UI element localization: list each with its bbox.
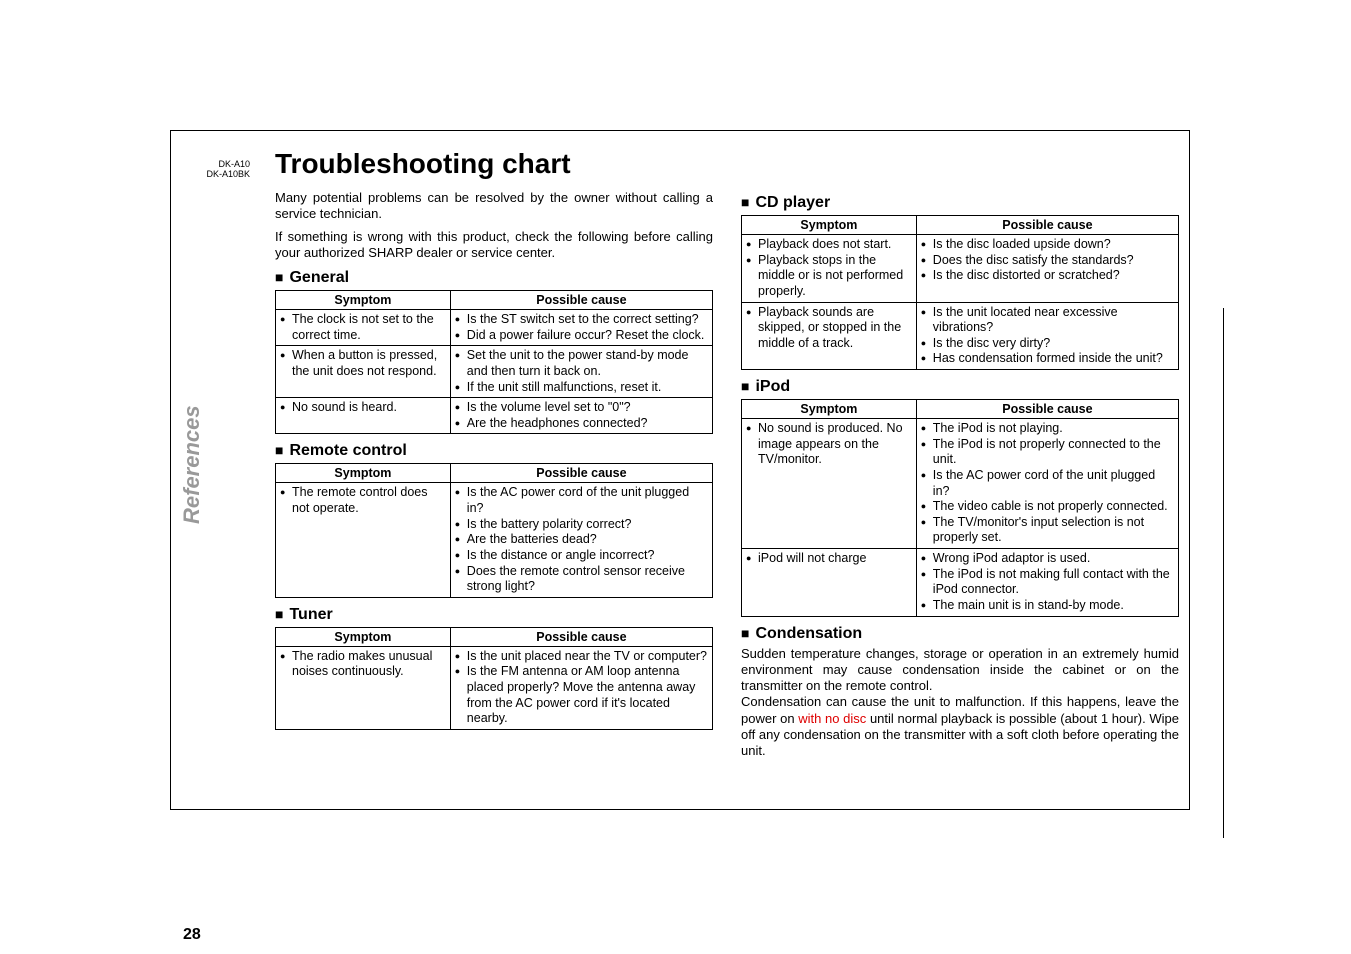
intro-text-1: Many potential problems can be resolved … xyxy=(275,190,713,223)
page-number: 28 xyxy=(183,926,201,944)
header-symptom: Symptom xyxy=(276,627,451,646)
page-title: Troubleshooting chart xyxy=(275,148,713,180)
condensation-text-1: Sudden temperature changes, storage or o… xyxy=(741,646,1179,695)
square-icon: ■ xyxy=(741,378,749,394)
section-heading-general: ■ General xyxy=(275,269,713,287)
cause-text: Is the distance or angle incorrect? xyxy=(455,548,708,564)
intro-text-2: If something is wrong with this product,… xyxy=(275,229,713,262)
cause-text: Are the headphones connected? xyxy=(455,416,708,432)
cause-text: Is the AC power cord of the unit plugged… xyxy=(455,485,708,516)
header-cause: Possible cause xyxy=(916,400,1178,419)
cause-text: Is the battery polarity correct? xyxy=(455,517,708,533)
left-column: Troubleshooting chart Many potential pro… xyxy=(275,148,713,759)
right-margin-rule xyxy=(1223,308,1224,838)
symptom-text: Playback does not start. xyxy=(746,237,912,253)
cause-text: The iPod is not making full contact with… xyxy=(921,567,1174,598)
section-heading-cd: ■ CD player xyxy=(741,194,1179,212)
table-row: No sound is produced. No image appears o… xyxy=(742,419,1179,549)
header-cause: Possible cause xyxy=(450,627,712,646)
cause-text: Has condensation formed inside the unit? xyxy=(921,351,1174,367)
symptom-text: The remote control does not operate. xyxy=(280,485,446,516)
square-icon: ■ xyxy=(275,606,283,622)
header-symptom: Symptom xyxy=(742,400,917,419)
cause-text: The main unit is in stand-by mode. xyxy=(921,598,1174,614)
cause-text: The video cable is not properly connecte… xyxy=(921,499,1174,515)
header-cause: Possible cause xyxy=(916,216,1178,235)
symptom-text: Playback sounds are skipped, or stopped … xyxy=(746,305,912,352)
table-row: Playback sounds are skipped, or stopped … xyxy=(742,302,1179,370)
section-title-general: General xyxy=(289,269,349,286)
table-row: The remote control does not operate. Is … xyxy=(276,483,713,597)
cause-text: Are the batteries dead? xyxy=(455,532,708,548)
square-icon: ■ xyxy=(741,625,749,641)
section-title-tuner: Tuner xyxy=(289,606,332,623)
cause-text: Is the disc loaded upside down? xyxy=(921,237,1174,253)
cause-text: Does the disc satisfy the standards? xyxy=(921,253,1174,269)
cause-text: Is the disc very dirty? xyxy=(921,336,1174,352)
cause-text: Is the FM antenna or AM loop antenna pla… xyxy=(455,664,708,727)
header-symptom: Symptom xyxy=(742,216,917,235)
cause-text: Is the volume level set to "0"? xyxy=(455,400,708,416)
cause-text: Set the unit to the power stand-by mode … xyxy=(455,348,708,379)
table-row: Playback does not start. Playback stops … xyxy=(742,235,1179,303)
square-icon: ■ xyxy=(275,442,283,458)
table-general: Symptom Possible cause The clock is not … xyxy=(275,290,713,434)
table-row: iPod will not charge Wrong iPod adaptor … xyxy=(742,549,1179,617)
side-tab-references: References xyxy=(177,380,207,550)
square-icon: ■ xyxy=(275,269,283,285)
table-tuner: Symptom Possible cause The radio makes u… xyxy=(275,627,713,730)
table-row: The clock is not set to the correct time… xyxy=(276,310,713,346)
cause-text: Is the unit located near excessive vibra… xyxy=(921,305,1174,336)
square-icon: ■ xyxy=(741,194,749,210)
symptom-text: Playback stops in the middle or is not p… xyxy=(746,253,912,300)
cause-text: Did a power failure occur? Reset the clo… xyxy=(455,328,708,344)
model-line2: DK-A10BK xyxy=(190,170,250,180)
cause-text: If the unit still malfunctions, reset it… xyxy=(455,380,708,396)
cause-text: The TV/monitor's input selection is not … xyxy=(921,515,1174,546)
model-label: DK-A10 DK-A10BK xyxy=(190,160,250,180)
cause-text: Is the AC power cord of the unit plugged… xyxy=(921,468,1174,499)
cause-text: Does the remote control sensor receive s… xyxy=(455,564,708,595)
condensation-text-2: Condensation can cause the unit to malfu… xyxy=(741,694,1179,759)
table-cd: Symptom Possible cause Playback does not… xyxy=(741,215,1179,370)
cause-text: Wrong iPod adaptor is used. xyxy=(921,551,1174,567)
cause-text: The iPod is not properly connected to th… xyxy=(921,437,1174,468)
section-heading-ipod: ■ iPod xyxy=(741,378,1179,396)
right-column: ■ CD player Symptom Possible cause Playba… xyxy=(741,148,1179,759)
section-heading-tuner: ■ Tuner xyxy=(275,606,713,624)
symptom-text: No sound is produced. No image appears o… xyxy=(746,421,912,468)
cause-text: Is the unit placed near the TV or comput… xyxy=(455,649,708,665)
symptom-text: No sound is heard. xyxy=(280,400,446,416)
header-cause: Possible cause xyxy=(450,291,712,310)
table-row: No sound is heard. Is the volume level s… xyxy=(276,398,713,434)
cause-text: The iPod is not playing. xyxy=(921,421,1174,437)
symptom-text: The clock is not set to the correct time… xyxy=(280,312,446,343)
section-heading-remote: ■ Remote control xyxy=(275,442,713,460)
symptom-text: When a button is pressed, the unit does … xyxy=(280,348,446,379)
section-title-remote: Remote control xyxy=(289,442,406,459)
header-symptom: Symptom xyxy=(276,291,451,310)
condensation-red-text: with no disc xyxy=(798,711,866,726)
cause-text: Is the disc distorted or scratched? xyxy=(921,268,1174,284)
header-cause: Possible cause xyxy=(450,464,712,483)
symptom-text: iPod will not charge xyxy=(746,551,912,567)
table-ipod: Symptom Possible cause No sound is produ… xyxy=(741,399,1179,617)
cause-text: Is the ST switch set to the correct sett… xyxy=(455,312,708,328)
table-remote: Symptom Possible cause The remote contro… xyxy=(275,463,713,597)
section-title-condensation: Condensation xyxy=(755,625,862,642)
header-symptom: Symptom xyxy=(276,464,451,483)
symptom-text: The radio makes unusual noises continuou… xyxy=(280,649,446,680)
section-title-cd: CD player xyxy=(755,194,830,211)
section-heading-condensation: ■ Condensation xyxy=(741,625,1179,643)
page-content: Troubleshooting chart Many potential pro… xyxy=(275,148,1180,759)
section-title-ipod: iPod xyxy=(755,378,790,395)
table-row: The radio makes unusual noises continuou… xyxy=(276,646,713,729)
table-row: When a button is pressed, the unit does … xyxy=(276,346,713,398)
